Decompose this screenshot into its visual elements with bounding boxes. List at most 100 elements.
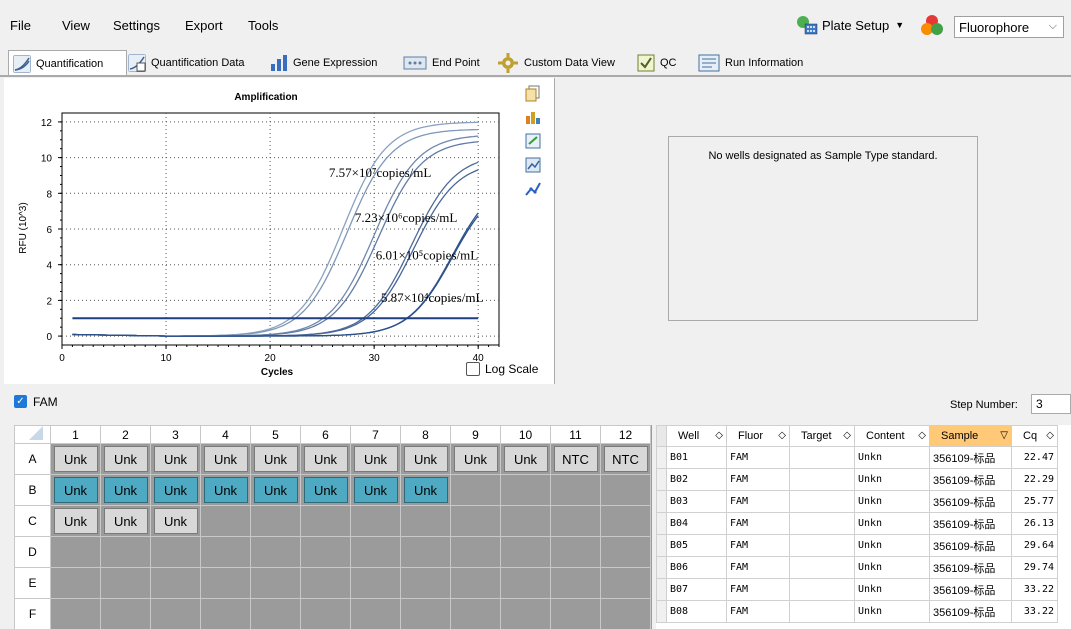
plate-well-cell[interactable] <box>350 598 401 629</box>
plate-well-cell[interactable] <box>600 474 651 506</box>
plate-well-cell[interactable] <box>500 536 551 568</box>
plate-well-cell[interactable] <box>250 567 301 599</box>
plate-well-cell[interactable] <box>550 505 601 537</box>
plate-well-cell[interactable]: Unk <box>100 474 151 506</box>
table-row[interactable]: B07 FAM Unkn 356109-标品 33.22 <box>656 578 1058 601</box>
plate-well-cell[interactable] <box>500 505 551 537</box>
log-scale-checkbox[interactable] <box>466 362 480 376</box>
well-content[interactable]: Unk <box>53 508 98 534</box>
plate-well-cell[interactable] <box>450 567 501 599</box>
plate-column-header[interactable]: 11 <box>550 425 601 444</box>
fluorophore-select[interactable]: Fluorophore ⌵ <box>954 16 1064 38</box>
well-content[interactable]: Unk <box>303 477 348 503</box>
plate-column-header[interactable]: 5 <box>250 425 301 444</box>
plate-well-cell[interactable]: NTC <box>600 443 651 475</box>
well-content[interactable]: Unk <box>503 446 548 472</box>
plate-well-cell[interactable] <box>150 536 201 568</box>
well-content[interactable]: Unk <box>403 477 448 503</box>
plate-well-cell[interactable]: Unk <box>50 505 101 537</box>
well-content[interactable]: Unk <box>203 446 248 472</box>
plate-well-cell[interactable]: Unk <box>200 443 251 475</box>
plate-well-cell[interactable] <box>350 536 401 568</box>
plate-well-cell[interactable] <box>550 567 601 599</box>
plate-well-cell[interactable]: Unk <box>200 474 251 506</box>
sort-icon[interactable]: ◇ <box>918 430 926 441</box>
copy-icon[interactable] <box>524 84 542 102</box>
well-content[interactable]: Unk <box>453 446 498 472</box>
plate-well-cell[interactable] <box>400 505 451 537</box>
plate-well-cell[interactable] <box>550 536 601 568</box>
table-row[interactable]: B06 FAM Unkn 356109-标品 29.74 <box>656 556 1058 579</box>
plate-well-cell[interactable] <box>500 474 551 506</box>
chart-options-icon[interactable] <box>524 156 542 174</box>
plate-well-cell[interactable]: Unk <box>350 474 401 506</box>
plate-well-cell[interactable]: Unk <box>300 474 351 506</box>
plate-well-cell[interactable] <box>500 598 551 629</box>
sort-icon[interactable]: ◇ <box>843 430 851 441</box>
plate-well-cell[interactable] <box>300 536 351 568</box>
plate-well-cell[interactable] <box>400 598 451 629</box>
column-header-content[interactable]: Content ◇ <box>854 425 930 447</box>
plate-well-cell[interactable]: Unk <box>400 474 451 506</box>
well-content[interactable]: Unk <box>153 508 198 534</box>
plate-well-cell[interactable] <box>400 567 451 599</box>
plate-well-cell[interactable] <box>50 536 101 568</box>
column-header-well[interactable]: Well ◇ <box>666 425 727 447</box>
plate-well-cell[interactable] <box>250 536 301 568</box>
plate-row-header[interactable]: B <box>14 474 51 506</box>
well-content[interactable]: Unk <box>353 446 398 472</box>
menu-view[interactable]: View <box>62 18 90 33</box>
plate-well-cell[interactable]: Unk <box>150 474 201 506</box>
plate-well-cell[interactable]: Unk <box>50 474 101 506</box>
plate-column-header[interactable]: 12 <box>600 425 651 444</box>
step-number-input[interactable]: 3 <box>1031 394 1071 414</box>
plate-well-cell[interactable] <box>550 598 601 629</box>
well-content[interactable]: Unk <box>53 446 98 472</box>
menu-settings[interactable]: Settings <box>113 18 160 33</box>
fluorophore-color-button[interactable] <box>918 12 946 38</box>
plate-column-header[interactable]: 4 <box>200 425 251 444</box>
table-row[interactable]: B01 FAM Unkn 356109-标品 22.47 <box>656 446 1058 469</box>
plate-well-cell[interactable] <box>550 474 601 506</box>
column-header-target[interactable]: Target ◇ <box>789 425 855 447</box>
plate-well-cell[interactable] <box>350 567 401 599</box>
column-header-sample[interactable]: Sample ▽ <box>929 425 1012 447</box>
tab-quantification-data[interactable]: Quantification Data <box>128 50 245 76</box>
plate-row-header[interactable]: E <box>14 567 51 599</box>
well-content[interactable]: Unk <box>403 446 448 472</box>
well-content[interactable]: Unk <box>203 477 248 503</box>
sort-icon[interactable]: ◇ <box>1046 430 1054 441</box>
well-content[interactable]: Unk <box>153 477 198 503</box>
plate-column-header[interactable]: 10 <box>500 425 551 444</box>
plate-column-header[interactable]: 3 <box>150 425 201 444</box>
plate-row-header[interactable]: D <box>14 536 51 568</box>
plate-well-cell[interactable] <box>200 598 251 629</box>
table-row[interactable]: B04 FAM Unkn 356109-标品 26.13 <box>656 512 1058 535</box>
column-header-fluor[interactable]: Fluor ◇ <box>726 425 790 447</box>
plate-well-cell[interactable] <box>250 598 301 629</box>
log-scale-toggle[interactable]: Log Scale <box>466 362 538 376</box>
well-content[interactable]: Unk <box>253 446 298 472</box>
tab-qc[interactable]: QC <box>637 50 677 76</box>
well-content[interactable]: Unk <box>103 446 148 472</box>
plate-well-cell[interactable] <box>200 536 251 568</box>
plate-well-cell[interactable] <box>450 474 501 506</box>
plate-well-cell[interactable] <box>600 505 651 537</box>
plate-well-cell[interactable]: Unk <box>150 443 201 475</box>
plate-well-cell[interactable]: Unk <box>450 443 501 475</box>
plate-well-cell[interactable]: Unk <box>100 443 151 475</box>
plate-column-header[interactable]: 8 <box>400 425 451 444</box>
plate-column-header[interactable]: 6 <box>300 425 351 444</box>
plate-well-cell[interactable] <box>600 567 651 599</box>
plate-well-cell[interactable] <box>350 505 401 537</box>
plate-well-cell[interactable]: Unk <box>250 474 301 506</box>
plate-well-cell[interactable] <box>600 598 651 629</box>
plate-well-cell[interactable] <box>200 505 251 537</box>
well-content[interactable]: Unk <box>53 477 98 503</box>
well-chart-icon[interactable] <box>524 108 542 126</box>
plate-well-cell[interactable] <box>100 598 151 629</box>
plate-row-header[interactable]: F <box>14 598 51 629</box>
plate-well-cell[interactable] <box>50 598 101 629</box>
column-header-cq[interactable]: Cq ◇ <box>1011 425 1058 447</box>
plate-well-cell[interactable] <box>450 505 501 537</box>
